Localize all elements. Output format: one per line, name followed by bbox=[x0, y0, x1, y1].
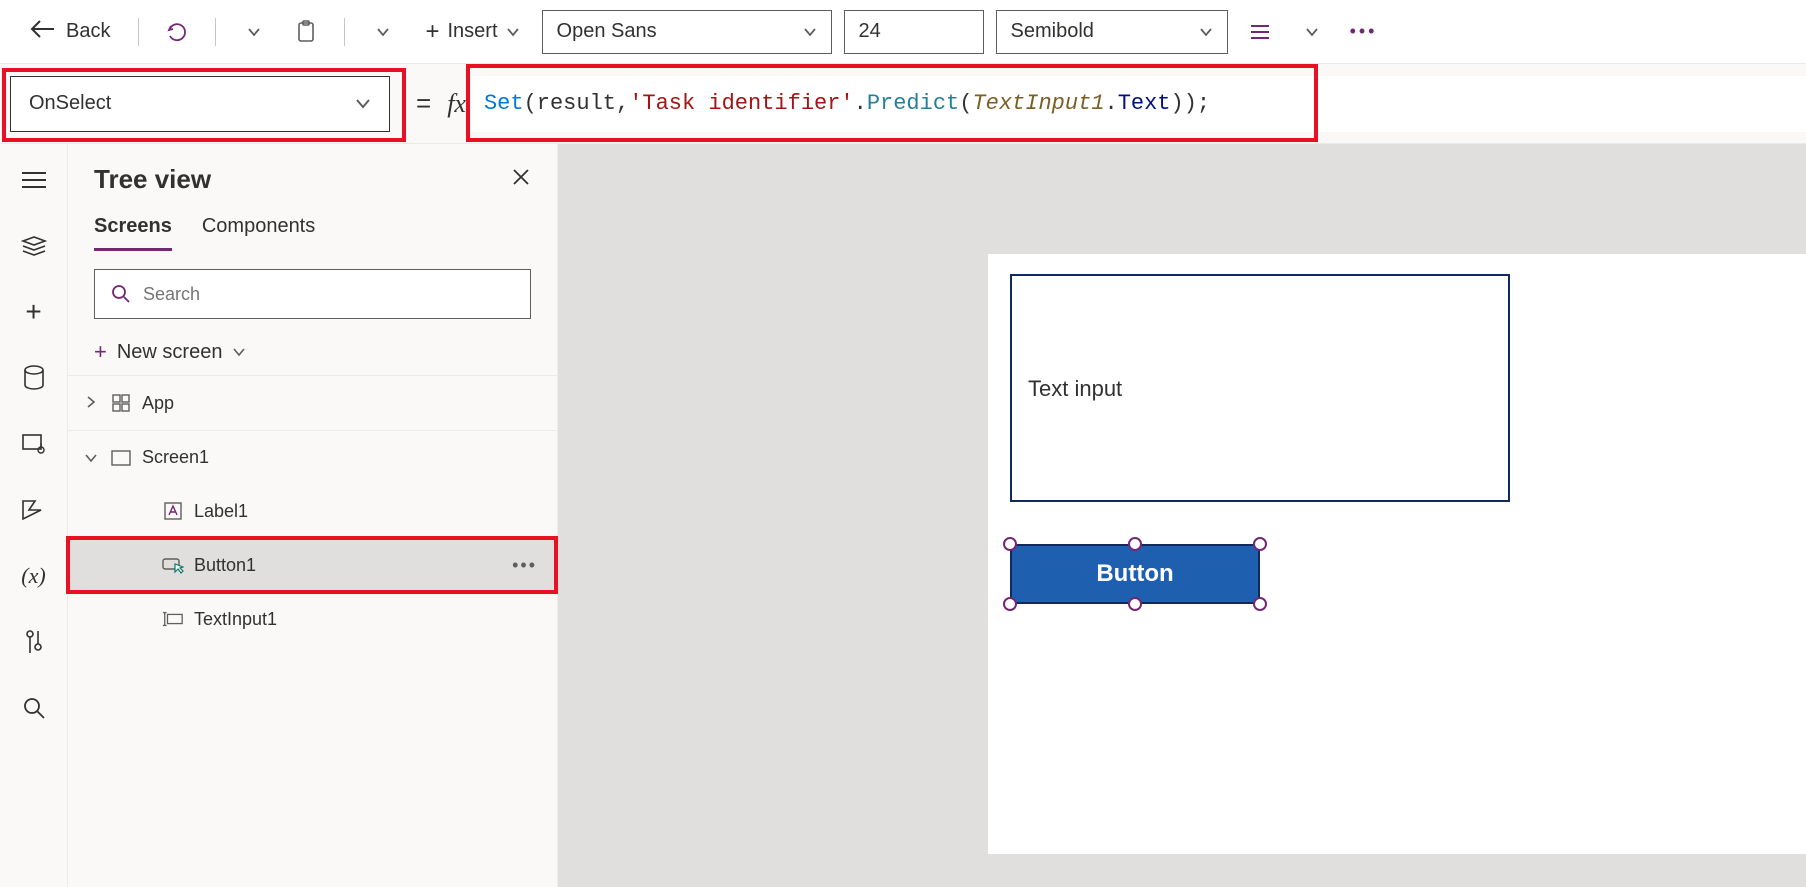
property-selector[interactable]: OnSelect bbox=[10, 76, 390, 132]
insert-button[interactable]: + Insert bbox=[415, 12, 529, 52]
app-icon bbox=[110, 393, 132, 413]
divider bbox=[138, 18, 139, 46]
power-automate-icon[interactable] bbox=[12, 488, 56, 532]
tree-item-button1[interactable]: Button1 ••• bbox=[68, 538, 557, 592]
tree-view-title: Tree view bbox=[94, 164, 211, 195]
new-screen-label: New screen bbox=[117, 341, 223, 364]
search-icon bbox=[111, 284, 131, 304]
plus-icon: + bbox=[425, 18, 439, 46]
plus-icon: + bbox=[94, 339, 107, 365]
tree-item-label: App bbox=[142, 393, 174, 414]
data-icon[interactable] bbox=[12, 356, 56, 400]
selection-handle[interactable] bbox=[1128, 537, 1142, 551]
align-dropdown[interactable] bbox=[1292, 12, 1332, 52]
equals-sign: = bbox=[416, 88, 431, 119]
font-size-value: 24 bbox=[859, 20, 881, 43]
undo-button[interactable] bbox=[157, 12, 197, 52]
button-label: Button bbox=[1096, 560, 1173, 588]
search-rail-icon[interactable] bbox=[12, 686, 56, 730]
divider bbox=[344, 18, 345, 46]
font-family-value: Open Sans bbox=[557, 20, 657, 43]
new-screen-button[interactable]: + New screen bbox=[68, 329, 557, 375]
design-canvas[interactable]: Text input Button bbox=[558, 144, 1806, 887]
collapse-icon[interactable] bbox=[82, 447, 100, 468]
screen-icon bbox=[110, 450, 132, 466]
more-icon[interactable]: ••• bbox=[512, 555, 537, 576]
hamburger-icon[interactable] bbox=[12, 158, 56, 202]
advanced-tools-icon[interactable] bbox=[12, 620, 56, 664]
tab-components[interactable]: Components bbox=[202, 215, 315, 251]
align-button[interactable] bbox=[1240, 12, 1280, 52]
formula-bar: OnSelect = fx Set(result, 'Task identifi… bbox=[0, 64, 1806, 144]
tree-item-label: Button1 bbox=[194, 555, 256, 576]
font-size-dropdown[interactable]: 24 bbox=[844, 10, 984, 54]
tree-item-label1[interactable]: Label1 bbox=[68, 484, 557, 538]
font-family-dropdown[interactable]: Open Sans bbox=[542, 10, 832, 54]
label-icon bbox=[162, 501, 184, 521]
tree-view-panel: Tree view Screens Components + New scree… bbox=[68, 144, 558, 887]
insert-rail-icon[interactable]: + bbox=[12, 290, 56, 334]
font-weight-value: Semibold bbox=[1011, 20, 1094, 43]
tab-screens[interactable]: Screens bbox=[94, 215, 172, 251]
main-area: + (x) Tree view Screens Components bbox=[0, 144, 1806, 887]
button-icon bbox=[162, 556, 184, 574]
selection-handle[interactable] bbox=[1128, 597, 1142, 611]
selection-handle[interactable] bbox=[1253, 597, 1267, 611]
tree-item-label: Screen1 bbox=[142, 447, 209, 468]
expand-icon[interactable] bbox=[82, 393, 100, 414]
tree-view-icon[interactable] bbox=[12, 224, 56, 268]
chevron-down-icon bbox=[355, 98, 371, 110]
undo-dropdown[interactable] bbox=[234, 12, 274, 52]
fx-icon: fx bbox=[447, 89, 466, 119]
paste-button[interactable] bbox=[286, 12, 326, 52]
tree-item-label: Label1 bbox=[194, 501, 248, 522]
app-screen[interactable]: Text input Button bbox=[988, 254, 1806, 854]
textinput-icon bbox=[162, 611, 184, 627]
insert-label: Insert bbox=[447, 20, 497, 43]
formula-input[interactable]: Set(result, 'Task identifier'.Predict(Te… bbox=[472, 76, 1806, 132]
tree-search-input[interactable] bbox=[94, 269, 531, 319]
button-control[interactable]: Button bbox=[1010, 544, 1260, 604]
close-panel-button[interactable] bbox=[511, 167, 531, 193]
selection-handle[interactable] bbox=[1003, 597, 1017, 611]
font-weight-dropdown[interactable]: Semibold bbox=[996, 10, 1228, 54]
tree-item-label: TextInput1 bbox=[194, 609, 277, 630]
media-icon[interactable] bbox=[12, 422, 56, 466]
selection-handle[interactable] bbox=[1003, 537, 1017, 551]
back-label: Back bbox=[66, 20, 110, 43]
textinput-control[interactable]: Text input bbox=[1010, 274, 1510, 502]
tree-item-app[interactable]: App bbox=[68, 376, 557, 430]
textinput-value: Text input bbox=[1028, 376, 1122, 401]
chevron-down-icon bbox=[803, 24, 817, 40]
search-field[interactable] bbox=[143, 284, 514, 305]
tree-item-textinput1[interactable]: TextInput1 bbox=[68, 592, 557, 646]
paste-dropdown[interactable] bbox=[363, 12, 403, 52]
variables-icon[interactable]: (x) bbox=[12, 554, 56, 598]
tree-item-screen1[interactable]: Screen1 bbox=[68, 430, 557, 484]
chevron-down-icon bbox=[1199, 24, 1213, 40]
left-nav-rail: + (x) bbox=[0, 144, 68, 887]
back-button[interactable]: Back bbox=[20, 13, 120, 51]
top-toolbar: Back + Insert Open Sans 24 Semibold • bbox=[0, 0, 1806, 64]
selection-handle[interactable] bbox=[1253, 537, 1267, 551]
chevron-down-icon bbox=[506, 27, 520, 37]
back-arrow-icon bbox=[30, 19, 56, 45]
divider bbox=[215, 18, 216, 46]
chevron-down-icon bbox=[232, 347, 246, 357]
more-options-button[interactable]: ••• bbox=[1344, 12, 1384, 52]
property-value: OnSelect bbox=[29, 92, 111, 115]
